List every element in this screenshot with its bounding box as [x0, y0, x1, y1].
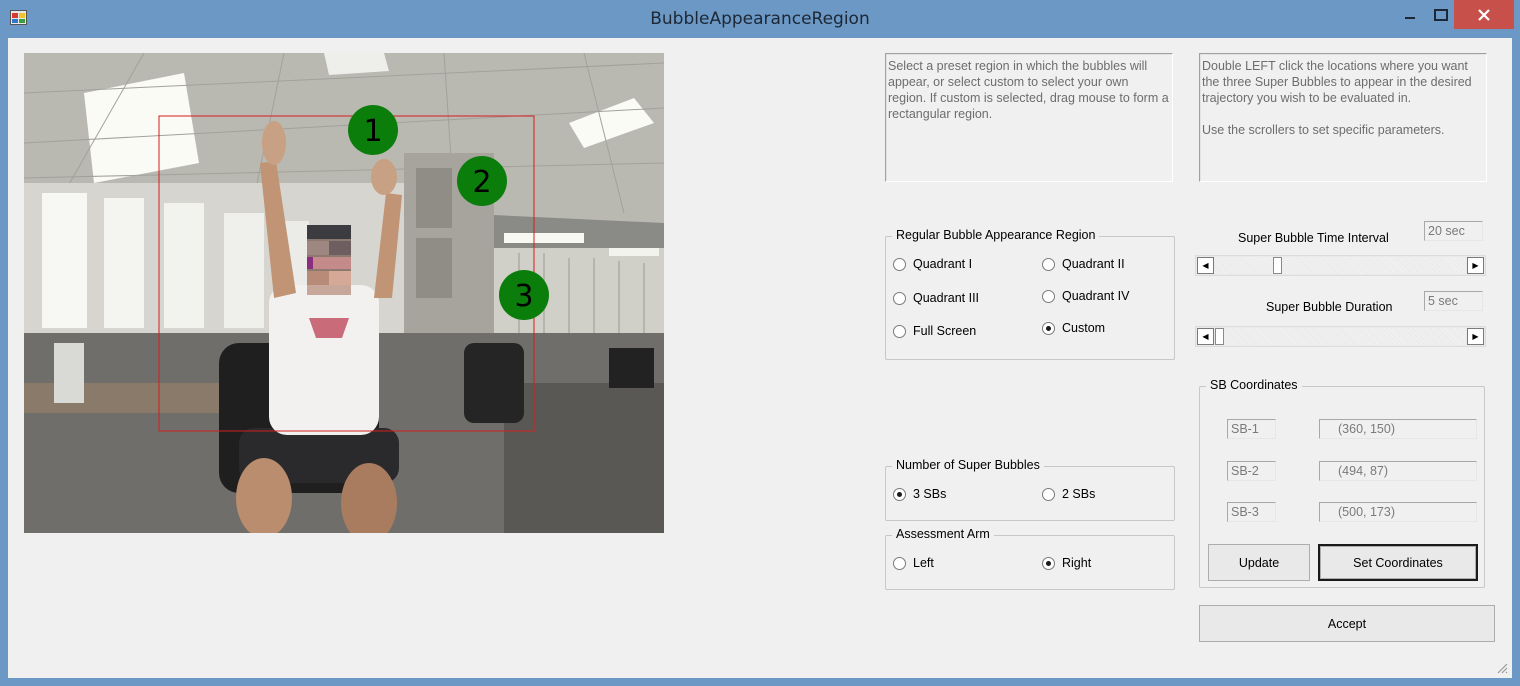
window-title: BubbleAppearanceRegion: [650, 9, 870, 29]
accept-button[interactable]: Accept: [1199, 605, 1495, 642]
radio-circle: [893, 556, 906, 570]
radio-custom[interactable]: Custom: [1042, 321, 1105, 335]
radio-quadrant-3[interactable]: Quadrant III: [893, 291, 979, 305]
assessment-arm-group-title: Assessment Arm: [892, 527, 994, 541]
sb-2-name: SB-2: [1227, 461, 1276, 481]
close-icon: [1478, 8, 1490, 21]
update-button[interactable]: Update: [1208, 544, 1310, 581]
bubble-number: 2: [472, 165, 491, 200]
radio-circle: [893, 257, 906, 271]
radio-right-arm[interactable]: Right: [1042, 556, 1091, 570]
scroll-track[interactable]: [1215, 328, 1466, 345]
scroll-left-arrow-icon[interactable]: ◀: [1197, 257, 1214, 274]
sb-coordinates-groupbox: SB Coordinates SB-1 (360, 150) SB-2 (494…: [1199, 378, 1485, 588]
sb-2-coordinates: (494, 87): [1319, 461, 1477, 481]
duration-label: Super Bubble Duration: [1266, 300, 1393, 314]
title-bar: BubbleAppearanceRegion: [0, 0, 1520, 38]
close-button[interactable]: [1454, 0, 1514, 29]
region-group-title: Regular Bubble Appearance Region: [892, 228, 1100, 242]
duration-scrollbar[interactable]: ◀ ▶: [1195, 326, 1486, 347]
region-groupbox: Regular Bubble Appearance Region Quadran…: [885, 228, 1175, 360]
radio-circle: [1042, 257, 1055, 271]
radio-label: Left: [913, 556, 934, 570]
radio-quadrant-2[interactable]: Quadrant II: [1042, 257, 1125, 271]
scroll-right-arrow-icon[interactable]: ▶: [1467, 257, 1484, 274]
sb-1-name: SB-1: [1227, 419, 1276, 439]
super-bubble-3[interactable]: 3: [499, 270, 549, 320]
radio-circle: [1042, 487, 1055, 501]
radio-label: Right: [1062, 556, 1092, 570]
resize-grip-icon[interactable]: [1496, 662, 1508, 674]
duration-value: 5 sec: [1424, 291, 1483, 311]
radio-label: Quadrant III: [913, 291, 980, 305]
set-coordinates-button[interactable]: Set Coordinates: [1318, 544, 1478, 581]
client-area: 1 2 3 Select a preset region in which the …: [8, 38, 1512, 678]
scroll-thumb[interactable]: [1215, 328, 1224, 345]
sb-coordinates-group-title: SB Coordinates: [1206, 378, 1302, 392]
radio-circle: [893, 324, 906, 338]
region-instructions: Select a preset region in which the bubb…: [885, 53, 1173, 182]
radio-circle: [893, 487, 906, 501]
super-bubble-1[interactable]: 1: [348, 105, 398, 155]
sb-3-coordinates: (500, 173): [1319, 502, 1477, 522]
radio-label: Quadrant II: [1062, 257, 1125, 271]
scroll-right-arrow-icon[interactable]: ▶: [1467, 328, 1484, 345]
super-bubble-instructions: Double LEFT click the locations where yo…: [1199, 53, 1487, 182]
super-bubbles-groupbox: Number of Super Bubbles 3 SBs 2 SBs: [885, 458, 1175, 521]
scroll-left-arrow-icon[interactable]: ◀: [1197, 328, 1214, 345]
radio-circle: [1042, 321, 1055, 335]
radio-left-arm[interactable]: Left: [893, 556, 934, 570]
time-interval-label: Super Bubble Time Interval: [1238, 231, 1389, 245]
radio-3-sbs[interactable]: 3 SBs: [893, 487, 946, 501]
radio-label: Quadrant IV: [1062, 289, 1130, 303]
sb-3-name: SB-3: [1227, 502, 1276, 522]
time-interval-scrollbar[interactable]: ◀ ▶: [1195, 255, 1486, 276]
radio-label: Quadrant I: [913, 257, 973, 271]
super-bubble-2[interactable]: 2: [457, 156, 507, 206]
overlay-layer: 1 2 3: [158, 105, 549, 432]
bubble-number: 3: [514, 279, 533, 314]
time-interval-value: 20 sec: [1424, 221, 1483, 241]
super-bubbles-group-title: Number of Super Bubbles: [892, 458, 1044, 472]
radio-label: Custom: [1062, 321, 1106, 335]
sb-1-coordinates: (360, 150): [1319, 419, 1477, 439]
radio-circle: [893, 291, 906, 305]
assessment-arm-groupbox: Assessment Arm Left Right: [885, 527, 1175, 590]
scroll-track[interactable]: [1215, 257, 1466, 274]
maximize-button[interactable]: [1427, 0, 1454, 29]
maximize-icon: [1433, 8, 1448, 21]
radio-full-screen[interactable]: Full Screen: [893, 324, 976, 338]
radio-label: Full Screen: [913, 324, 977, 338]
minimize-button[interactable]: [1393, 0, 1427, 29]
radio-label: 2 SBs: [1062, 487, 1096, 501]
radio-quadrant-1[interactable]: Quadrant I: [893, 257, 972, 271]
radio-quadrant-4[interactable]: Quadrant IV: [1042, 289, 1129, 303]
camera-view[interactable]: 1 2 3: [24, 53, 664, 533]
minimize-icon: [1405, 16, 1415, 19]
radio-label: 3 SBs: [913, 487, 947, 501]
radio-circle: [1042, 556, 1055, 570]
radio-circle: [1042, 289, 1055, 303]
scroll-thumb[interactable]: [1273, 257, 1282, 274]
radio-2-sbs[interactable]: 2 SBs: [1042, 487, 1095, 501]
bubble-number: 1: [363, 114, 382, 149]
